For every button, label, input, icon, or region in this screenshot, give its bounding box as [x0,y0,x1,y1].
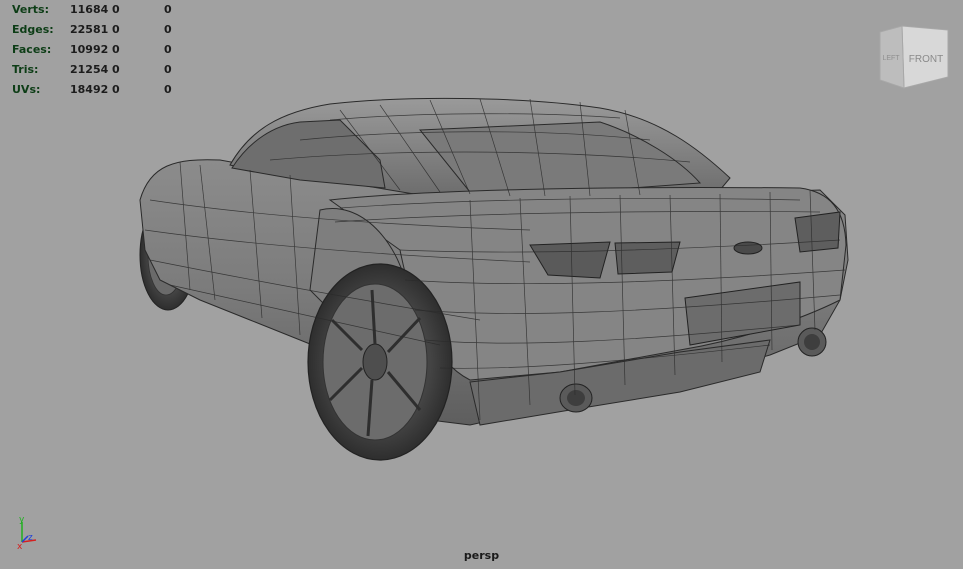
hud-total: 10992 [70,43,109,56]
hud-selected: 0 [112,23,120,36]
hud-label: UVs: [12,83,41,96]
persp-viewport[interactable]: Verts: 11684 0 0 Edges: 22581 0 0 Faces:… [0,0,963,569]
hud-total: 22581 [70,23,109,36]
poly-count-hud: Verts: 11684 0 0 Edges: 22581 0 0 Faces:… [12,0,194,100]
hud-row-tris: Tris: 21254 0 0 [12,60,194,80]
hud-total: 18492 [70,83,109,96]
viewcube-front-label: FRONT [909,54,943,65]
hud-selected: 0 [112,3,120,16]
hud-row-edges: Edges: 22581 0 0 [12,20,194,40]
hud-label: Faces: [12,43,52,56]
hud-selected: 0 [112,83,120,96]
hud-component: 0 [164,3,172,16]
view-cube[interactable]: FRONT LEFT [876,22,951,92]
hud-component: 0 [164,23,172,36]
y-axis-label: y [19,515,25,525]
hud-total: 11684 [70,3,109,16]
z-axis-label: z [28,533,33,543]
hud-component: 0 [164,83,172,96]
hud-row-uvs: UVs: 18492 0 0 [12,80,194,100]
hud-label: Edges: [12,23,54,36]
hud-selected: 0 [112,43,120,56]
hud-selected: 0 [112,63,120,76]
hud-component: 0 [164,63,172,76]
hud-label: Verts: [12,3,50,16]
hud-label: Tris: [12,63,39,76]
camera-name-label: persp [463,549,500,562]
hud-row-verts: Verts: 11684 0 0 [12,0,194,20]
hud-row-faces: Faces: 10992 0 0 [12,40,194,60]
viewcube-left-label: LEFT [882,55,900,62]
hud-total: 21254 [70,63,109,76]
axis-gizmo: y z x [17,515,37,550]
hud-component: 0 [164,43,172,56]
